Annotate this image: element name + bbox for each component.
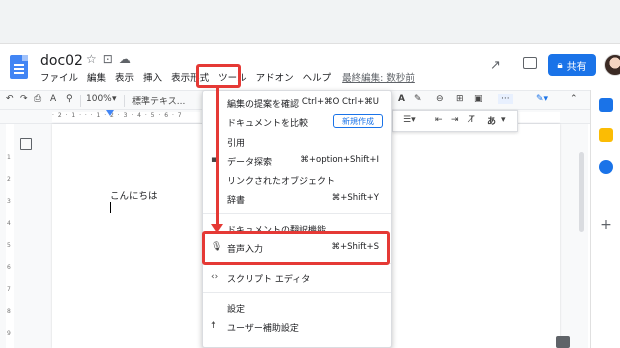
move-folder-icon[interactable]: ⊡ [103, 52, 113, 66]
comment-history-icon[interactable] [523, 57, 537, 69]
share-label: 共有 [566, 61, 587, 73]
voice-typing-highlight-box [202, 231, 390, 265]
menu-item-dictionary[interactable]: 辞書 [227, 193, 245, 206]
decrease-indent-icon[interactable]: ⇤ [435, 115, 443, 125]
menu-addons[interactable]: アドオン [256, 70, 294, 84]
doc-header: doc02 ☆ ⊡ ☁ ファイル 編集 表示 挿入 表示形式 ツール アドオン … [0, 44, 620, 90]
header-actions: ↗ 🔒︎ 共有 [440, 44, 620, 90]
shortcut-explore: ⌘+option+Shift+I [300, 155, 379, 165]
chevron-down-icon: ▾ [501, 115, 506, 125]
menu-item-review-suggestions[interactable]: 編集の提案を確認 [227, 97, 299, 110]
menu-item-linked-objects[interactable]: リンクされたオブジェクト [227, 174, 335, 187]
title-icons: ☆ ⊡ ☁ [86, 52, 131, 66]
browser-chrome [0, 0, 620, 44]
docs-logo-icon[interactable] [10, 55, 28, 79]
menu-help[interactable]: ヘルプ [303, 70, 332, 84]
menu-item-citations[interactable]: 引用 [227, 136, 245, 149]
explore-icon[interactable] [556, 336, 570, 348]
body-text[interactable]: こんにちは [110, 188, 158, 202]
activity-trend-icon[interactable]: ↗ [490, 58, 501, 73]
lock-icon: 🔒︎ [557, 59, 563, 71]
last-edit-link[interactable]: 最終編集: 数秒前 [342, 70, 415, 84]
cloud-status-icon[interactable]: ☁ [119, 52, 131, 66]
text-cursor [110, 202, 111, 213]
insert-image-icon[interactable]: ▣ [474, 94, 483, 104]
menu-insert[interactable]: 挿入 [143, 70, 162, 84]
share-button[interactable]: 🔒︎ 共有 [548, 54, 596, 76]
toolbar-divider [124, 95, 125, 107]
add-comment-icon[interactable]: ⊞ [456, 94, 464, 104]
input-tools-button[interactable]: あ [487, 114, 496, 127]
menu-item-compare-documents[interactable]: ドキュメントを比較 [227, 116, 308, 129]
menu-file[interactable]: ファイル [40, 70, 78, 84]
toolbar-divider [80, 95, 81, 107]
horizontal-ruler: · 2 · 1 · · · 1 · 2 · 3 · 4 · 5 · 6 · 7 [52, 112, 200, 122]
style-select[interactable]: 標準テキス... [132, 94, 185, 107]
calendar-icon[interactable] [599, 98, 613, 112]
menu-item-explore[interactable]: データ探索 [227, 155, 272, 168]
menu-item-script-editor[interactable]: スクリプト エディタ [227, 272, 310, 285]
clear-format-icon[interactable]: T̸ [469, 115, 475, 125]
menu-edit[interactable]: 編集 [87, 70, 106, 84]
paint-format-icon[interactable]: ⚲ [66, 94, 73, 104]
add-addon-icon[interactable]: + [599, 218, 613, 232]
increase-indent-icon[interactable]: ⇥ [451, 115, 459, 125]
editing-mode-icon[interactable]: ✎▾ [536, 94, 548, 104]
more-icon[interactable]: ··· [498, 94, 513, 104]
tasks-icon[interactable] [599, 160, 613, 174]
annotation-arrow-line [216, 88, 219, 226]
format-strip: ☰▾ ⇤ ⇥ T̸ あ ▾ [392, 110, 518, 132]
document-outline-icon[interactable] [20, 138, 32, 150]
print-icon[interactable]: ⎙ [34, 94, 41, 104]
undo-icon[interactable]: ↶ [6, 94, 14, 104]
menu-divider [203, 292, 391, 293]
new-badge: 新規作成 [333, 114, 383, 128]
bulleted-list-icon[interactable]: ☰▾ [403, 115, 416, 125]
collapse-toolbar-icon[interactable]: ⌃ [570, 94, 578, 104]
star-icon[interactable]: ☆ [86, 52, 97, 66]
scroll-thumb[interactable] [579, 152, 584, 232]
tools-menu: 編集の提案を確認 Ctrl+⌘O Ctrl+⌘U ドキュメントを比較 新規作成 … [202, 90, 392, 348]
menu-item-preferences[interactable]: 設定 [227, 302, 245, 315]
menu-view[interactable]: 表示 [115, 70, 134, 84]
accessibility-icon: ☨ [211, 321, 216, 331]
vertical-ruler: 123456789 [6, 124, 14, 348]
spellcheck-icon[interactable]: A [50, 94, 56, 104]
indent-marker-icon[interactable] [106, 110, 114, 116]
keep-icon[interactable] [599, 128, 613, 142]
redo-icon[interactable]: ↷ [20, 94, 28, 104]
tools-highlight-box [196, 64, 241, 88]
doc-title[interactable]: doc02 [40, 53, 83, 69]
shortcut-review-suggestions: Ctrl+⌘O Ctrl+⌘U [301, 97, 379, 107]
text-color-icon[interactable]: A [398, 94, 405, 104]
scrollbar[interactable] [576, 124, 586, 348]
menu-item-accessibility[interactable]: ユーザー補助設定 [227, 321, 299, 334]
link-icon[interactable]: ⊖ [436, 94, 444, 104]
shortcut-dictionary: ⌘+Shift+Y [331, 193, 379, 203]
menu-divider [203, 213, 391, 214]
zoom-select[interactable]: 100% [86, 94, 112, 104]
code-icon: ‹› [211, 272, 219, 282]
side-panel: + [590, 90, 620, 348]
avatar[interactable] [604, 54, 620, 76]
chevron-down-icon: ▾ [112, 94, 117, 104]
highlight-icon[interactable]: ✎ [414, 94, 422, 104]
